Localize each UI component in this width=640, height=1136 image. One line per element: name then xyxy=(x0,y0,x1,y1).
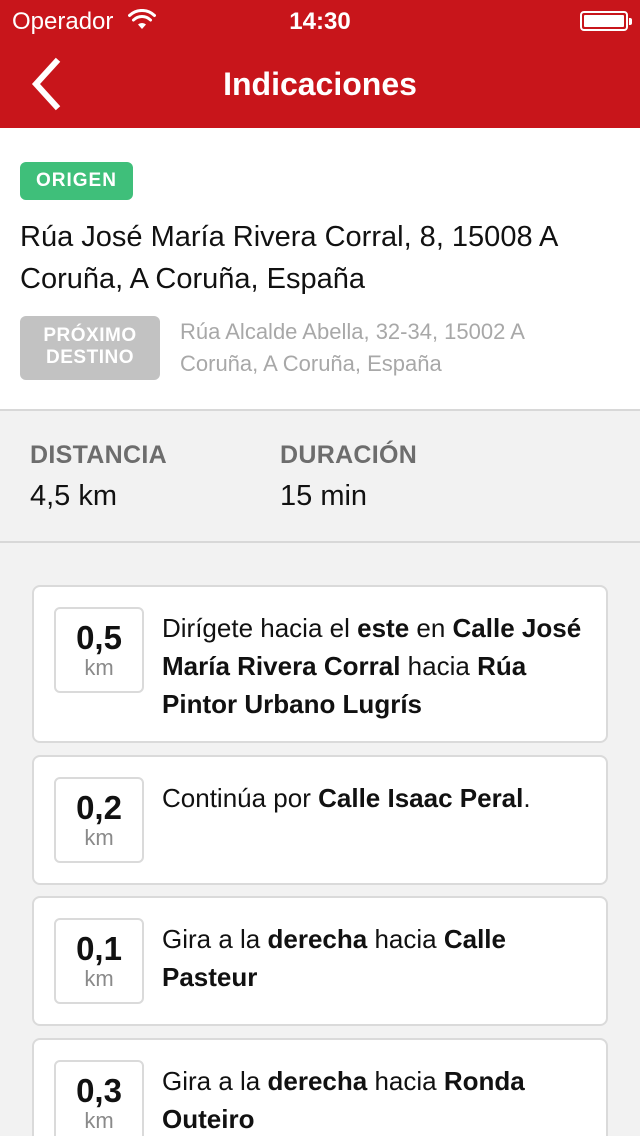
next-destination-badge-line2: DESTINO xyxy=(46,347,134,368)
origin-badge: ORIGEN xyxy=(20,162,133,200)
step-distance: 0,3 xyxy=(76,1072,122,1109)
step-distance-box: 0,1 km xyxy=(54,918,144,1004)
step-distance-box: 0,5 km xyxy=(54,607,144,693)
step-distance-unit: km xyxy=(84,655,114,680)
step-distance: 0,1 xyxy=(76,930,122,967)
next-destination-badge-line1: PRÓXIMO xyxy=(43,325,137,346)
instruction-highlight: Calle Isaac Peral xyxy=(318,783,524,813)
route-endpoints-panel: ORIGEN Rúa José María Rivera Corral, 8, … xyxy=(0,128,640,411)
instruction-text: hacia xyxy=(400,651,478,681)
instruction-highlight: derecha xyxy=(267,924,368,954)
clock: 14:30 xyxy=(289,8,351,35)
page-title: Indicaciones xyxy=(223,66,417,102)
distance-label: DISTANCIA xyxy=(30,441,167,469)
direction-step[interactable]: 0,5 km Dirígete hacia el este en Calle J… xyxy=(32,585,608,743)
direction-step[interactable]: 0,2 km Continúa por Calle Isaac Peral. xyxy=(32,755,608,885)
step-instruction: Gira a la derecha hacia Calle Pasteur xyxy=(162,920,592,996)
step-distance-unit: km xyxy=(84,825,114,850)
step-instruction: Gira a la derecha hacia Ronda Outeiro xyxy=(162,1062,592,1136)
duration-value: 15 min xyxy=(280,480,368,512)
next-destination-address: Rúa Alcalde Abella, 32-34, 15002 A Coruñ… xyxy=(180,319,524,376)
instruction-text: hacia xyxy=(367,924,444,954)
route-summary: DISTANCIA 4,5 km DURACIÓN 15 min xyxy=(0,411,640,543)
direction-step[interactable]: 0,1 km Gira a la derecha hacia Calle Pas… xyxy=(32,896,608,1026)
step-distance-unit: km xyxy=(84,966,114,991)
navigation-bar: Indicaciones xyxy=(0,40,640,128)
origin-address: Rúa José María Rivera Corral, 8, 15008 A… xyxy=(20,221,557,295)
step-distance: 0,5 xyxy=(76,619,122,656)
instruction-text: Continúa por xyxy=(162,783,319,813)
direction-step[interactable]: 0,3 km Gira a la derecha hacia Ronda Out… xyxy=(32,1038,608,1136)
step-distance-unit: km xyxy=(84,1108,114,1133)
duration-stat: DURACIÓN 15 min xyxy=(280,441,417,513)
duration-label: DURACIÓN xyxy=(280,441,418,469)
step-distance-box: 0,3 km xyxy=(54,1060,144,1136)
step-distance: 0,2 xyxy=(76,789,122,826)
instruction-text: . xyxy=(523,783,531,813)
status-bar: Operador 14:30 xyxy=(0,0,640,40)
instruction-text: en xyxy=(409,613,453,643)
instruction-text: Gira a la xyxy=(162,924,268,954)
battery-icon xyxy=(580,11,632,31)
step-distance-box: 0,2 km xyxy=(54,777,144,863)
distance-stat: DISTANCIA 4,5 km xyxy=(30,441,167,513)
instruction-highlight: derecha xyxy=(267,1066,368,1096)
step-instruction: Continúa por Calle Isaac Peral. xyxy=(162,779,592,817)
instruction-text: Dirígete hacia el xyxy=(162,613,358,643)
instruction-text: hacia xyxy=(367,1066,444,1096)
next-destination-badge: PRÓXIMO DESTINO xyxy=(20,316,160,380)
step-instruction: Dirígete hacia el este en Calle José Mar… xyxy=(162,609,592,723)
instruction-text: Gira a la xyxy=(162,1066,268,1096)
distance-value: 4,5 km xyxy=(30,480,118,512)
instruction-highlight: este xyxy=(357,613,410,643)
